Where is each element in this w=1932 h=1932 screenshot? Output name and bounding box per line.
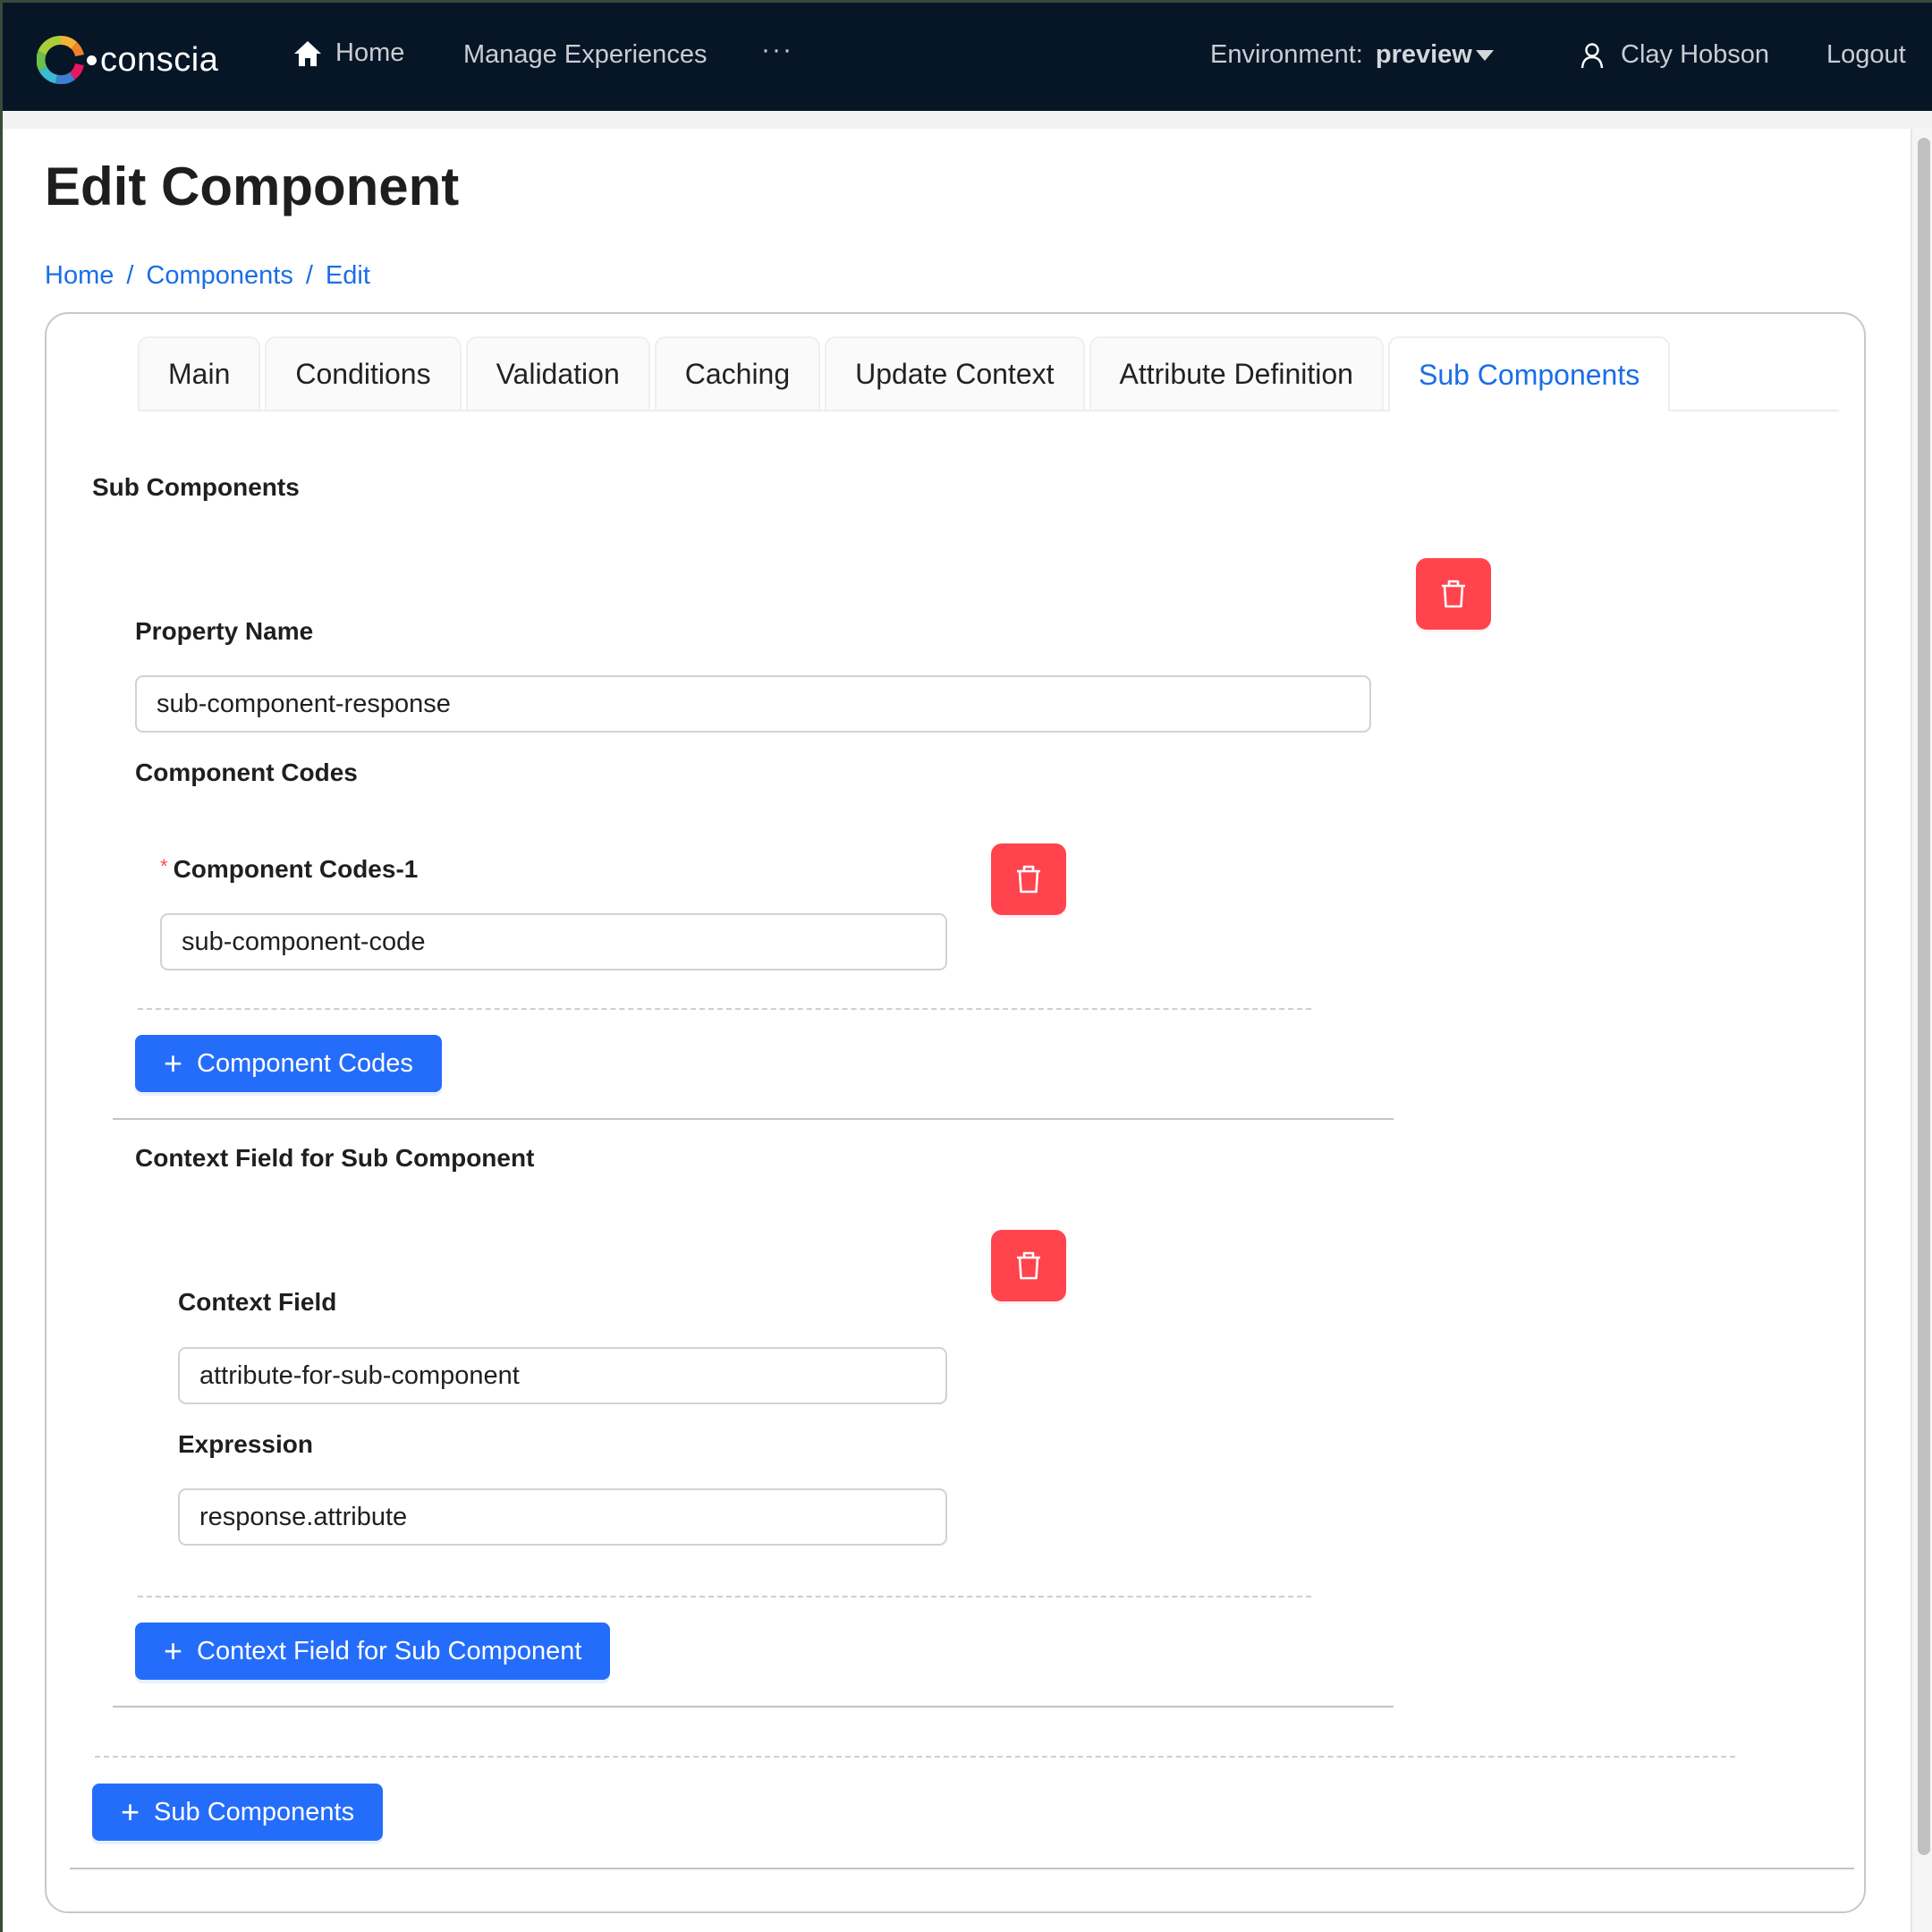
breadcrumb-edit[interactable]: Edit bbox=[326, 261, 370, 291]
user-menu[interactable]: Clay Hobson bbox=[1580, 40, 1769, 70]
scrollbar-thumb[interactable] bbox=[1918, 138, 1930, 1855]
environment-label: Environment: bbox=[1210, 40, 1363, 69]
top-navbar: conscia Home Manage Experiences ··· Envi… bbox=[3, 3, 1932, 111]
edit-component-card: Main Conditions Validation Caching Updat… bbox=[45, 312, 1866, 1913]
section-divider bbox=[113, 1706, 1394, 1707]
property-name-label: Property Name bbox=[135, 617, 314, 645]
environment-value: preview bbox=[1376, 40, 1494, 70]
sub-components-section-title: Sub Components bbox=[92, 473, 300, 501]
tab-main[interactable]: Main bbox=[138, 336, 261, 410]
expression-label: Expression bbox=[178, 1430, 313, 1458]
nav-home-link[interactable]: Home bbox=[292, 38, 404, 68]
dashed-divider bbox=[95, 1756, 1735, 1758]
browser-window: conscia Home Manage Experiences ··· Envi… bbox=[3, 3, 1932, 1932]
trash-icon bbox=[1017, 865, 1040, 894]
required-mark: * bbox=[160, 855, 168, 877]
breadcrumb: Home / Components / Edit bbox=[45, 261, 370, 291]
delete-component-code-button[interactable] bbox=[991, 843, 1066, 915]
nav-more-menu[interactable]: ··· bbox=[761, 35, 793, 65]
breadcrumb-separator: / bbox=[305, 261, 313, 290]
user-icon bbox=[1580, 42, 1604, 68]
delete-context-field-button[interactable] bbox=[991, 1230, 1066, 1301]
tab-update-context[interactable]: Update Context bbox=[825, 336, 1085, 410]
form-footer-divider bbox=[70, 1868, 1854, 1869]
environment-value-text: preview bbox=[1375, 40, 1472, 69]
user-name: Clay Hobson bbox=[1621, 40, 1770, 69]
component-codes-1-label-text: Component Codes-1 bbox=[173, 855, 419, 883]
breadcrumb-separator: / bbox=[126, 261, 134, 290]
logo-dot bbox=[87, 55, 97, 65]
context-field-input[interactable]: attribute-for-sub-component bbox=[178, 1347, 947, 1404]
environment-selector[interactable]: Environment: preview bbox=[1210, 40, 1494, 70]
tab-validation[interactable]: Validation bbox=[465, 336, 650, 410]
page-scrollbar[interactable] bbox=[1911, 129, 1932, 1932]
add-component-code-button[interactable]: + Component Codes bbox=[135, 1035, 442, 1092]
component-code-1-input[interactable]: sub-component-code bbox=[160, 913, 947, 970]
trash-icon bbox=[1017, 1251, 1040, 1280]
logo-ring-icon bbox=[37, 36, 84, 84]
nav-home-label: Home bbox=[335, 38, 405, 67]
component-codes-title: Component Codes bbox=[135, 758, 358, 786]
breadcrumb-components[interactable]: Components bbox=[146, 261, 292, 291]
component-codes-1-label: * Component Codes-1 bbox=[160, 855, 418, 884]
plus-icon: + bbox=[164, 1045, 183, 1081]
delete-sub-component-button[interactable] bbox=[1416, 558, 1491, 630]
plus-icon: + bbox=[164, 1632, 183, 1669]
tab-bar: Main Conditions Validation Caching Updat… bbox=[138, 336, 1839, 411]
add-sub-component-label: Sub Components bbox=[154, 1797, 355, 1826]
add-sub-component-button[interactable]: + Sub Components bbox=[92, 1784, 384, 1841]
add-context-field-label: Context Field for Sub Component bbox=[197, 1636, 582, 1665]
logout-link[interactable]: Logout bbox=[1826, 40, 1906, 70]
tab-sub-components[interactable]: Sub Components bbox=[1387, 336, 1671, 411]
dashed-divider bbox=[138, 1596, 1311, 1597]
home-icon bbox=[294, 40, 321, 66]
context-field-label: Context Field bbox=[178, 1288, 337, 1316]
brand-name: conscia bbox=[100, 40, 219, 79]
caret-down-icon bbox=[1475, 49, 1494, 61]
add-context-field-button[interactable]: + Context Field for Sub Component bbox=[135, 1623, 611, 1680]
main-content: Edit Component Home / Components / Edit … bbox=[3, 129, 1911, 1932]
breadcrumb-home[interactable]: Home bbox=[45, 261, 114, 291]
add-component-code-label: Component Codes bbox=[197, 1048, 413, 1078]
tab-conditions[interactable]: Conditions bbox=[265, 336, 462, 410]
context-field-section-title: Context Field for Sub Component bbox=[135, 1144, 535, 1172]
page-title: Edit Component bbox=[45, 157, 460, 216]
expression-input[interactable]: response.attribute bbox=[178, 1488, 947, 1546]
plus-icon: + bbox=[121, 1793, 140, 1830]
nav-manage-experiences-link[interactable]: Manage Experiences bbox=[463, 40, 707, 70]
trash-icon bbox=[1442, 580, 1465, 608]
section-divider bbox=[113, 1118, 1394, 1120]
tab-caching[interactable]: Caching bbox=[654, 336, 821, 410]
property-name-input[interactable]: sub-component-response bbox=[135, 675, 1371, 733]
brand-logo[interactable]: conscia bbox=[37, 36, 218, 84]
tab-attribute-definition[interactable]: Attribute Definition bbox=[1089, 336, 1384, 410]
dashed-divider bbox=[138, 1008, 1311, 1010]
